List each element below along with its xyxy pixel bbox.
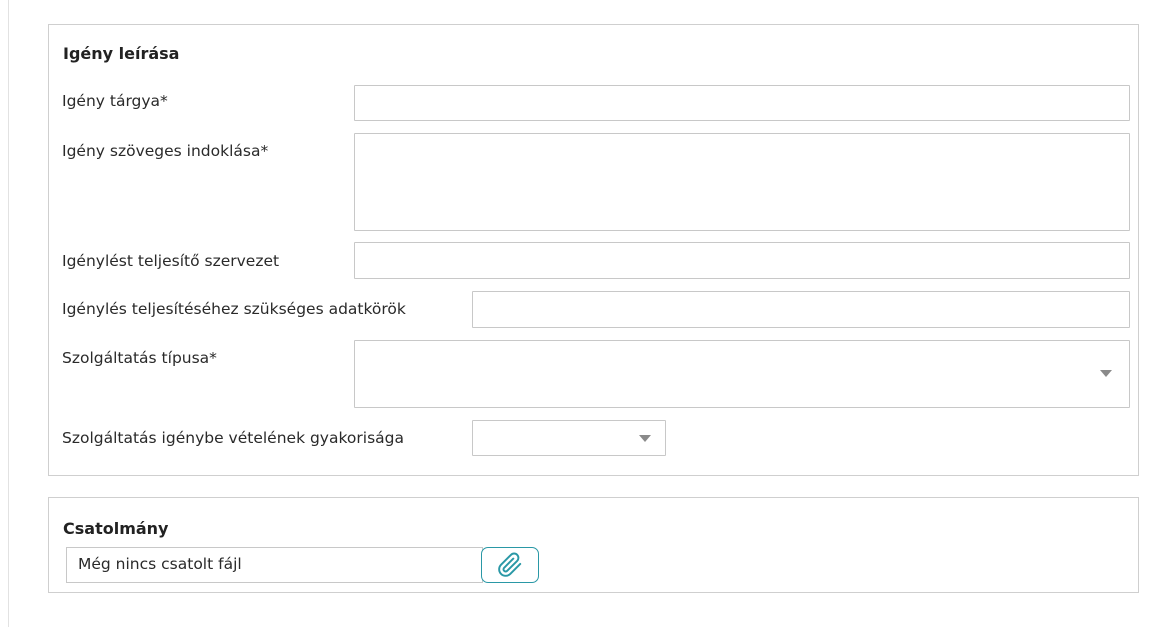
paperclip-icon	[498, 552, 522, 577]
data-scopes-field[interactable]	[472, 291, 1130, 328]
fulfilling-org-input[interactable]	[355, 243, 1129, 278]
attach-file-button[interactable]	[481, 547, 539, 583]
chevron-down-icon[interactable]	[639, 435, 651, 442]
service-type-label: Szolgáltatás típusa*	[62, 349, 217, 367]
fulfilling-org-label: Igénylést teljesítő szervezet	[62, 252, 280, 270]
justification-textarea[interactable]	[355, 134, 1129, 230]
attachment-status-field: Még nincs csatolt fájl	[66, 547, 483, 583]
left-divider	[8, 0, 9, 627]
attachment-status-text: Még nincs csatolt fájl	[78, 555, 242, 573]
subject-input[interactable]	[355, 86, 1129, 120]
usage-frequency-select[interactable]	[472, 420, 666, 456]
data-scopes-label: Igénylés teljesítéséhez szükséges adatkö…	[62, 300, 406, 318]
service-type-select[interactable]	[354, 340, 1130, 408]
fulfilling-org-field[interactable]	[354, 242, 1130, 279]
usage-frequency-label: Szolgáltatás igénybe vételének gyakorisá…	[62, 429, 404, 447]
panel-title: Igény leírása	[63, 44, 180, 63]
justification-field[interactable]	[354, 133, 1130, 231]
subject-field[interactable]	[354, 85, 1130, 121]
justification-label: Igény szöveges indoklása*	[62, 142, 269, 160]
subject-label: Igény tárgya*	[62, 92, 168, 110]
request-description-panel: Igény leírása Igény tárgya* Igény szöveg…	[48, 24, 1139, 476]
panel-title: Csatolmány	[63, 519, 169, 538]
data-scopes-input[interactable]	[473, 292, 1129, 327]
attachment-panel: Csatolmány Még nincs csatolt fájl	[48, 497, 1139, 593]
chevron-down-icon[interactable]	[1100, 370, 1112, 377]
